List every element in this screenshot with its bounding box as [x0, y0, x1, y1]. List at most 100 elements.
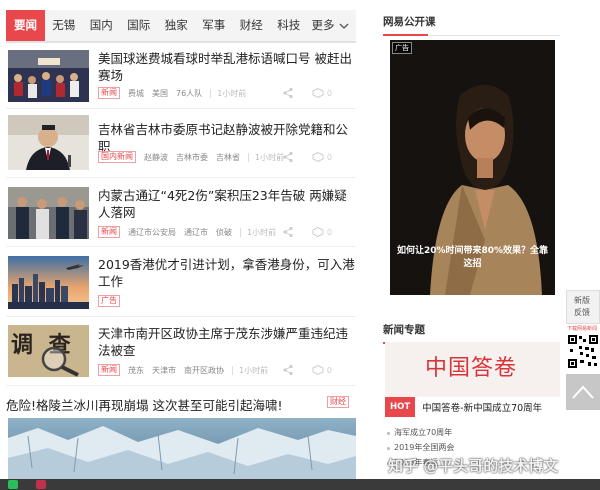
news-keyword[interactable]: 侦破 — [216, 227, 232, 238]
chevron-up-icon — [572, 385, 594, 399]
comment-count: 0 — [326, 152, 332, 162]
comment-count: 0 — [326, 365, 332, 375]
ad-tag: 广告 — [98, 295, 120, 307]
news-thumbnail[interactable]: 调 查 — [8, 325, 89, 377]
news-title[interactable]: 内蒙古通辽“4死2伤”案积压23年告破 两嫌疑人落网 — [98, 187, 356, 221]
news-thumbnail[interactable] — [8, 50, 89, 102]
app-download-qr[interactable]: 下载网易新闻 — [566, 325, 600, 373]
hot-topic[interactable]: HOT 中国答卷-新中国成立70周年 — [385, 397, 560, 417]
news-thumbnail[interactable] — [8, 256, 89, 309]
watermark: 知乎 @平头哥的技术博文 — [388, 457, 559, 475]
chevron-down-icon — [339, 23, 348, 29]
wechat-icon[interactable] — [8, 480, 18, 489]
tab-yaowen[interactable]: 要闻 — [6, 10, 45, 41]
news-tag[interactable]: 新闻 — [98, 87, 120, 99]
news-item[interactable]: 调 查 天津市南开区政协主席于茂东涉嫌严重违纪违法被查 新闻 茂东 天津市 南开… — [6, 325, 356, 377]
news-keyword[interactable]: 费城 — [128, 88, 144, 99]
divider — [6, 316, 356, 317]
comment-icon[interactable]: 0 — [312, 226, 332, 238]
official-portrait-image — [8, 115, 89, 170]
magnifier-icon — [41, 346, 79, 377]
comment-icon[interactable]: 0 — [312, 151, 332, 163]
news-keyword[interactable]: 76人队 — [176, 88, 202, 99]
topic-list-item[interactable]: 海军成立70周年 — [385, 425, 560, 440]
app-icon[interactable] — [36, 480, 46, 489]
news-tag[interactable]: 财经 — [327, 396, 349, 408]
news-time: 1小时前 — [255, 152, 285, 162]
feedback-button[interactable]: 新版 反馈 — [566, 290, 600, 324]
hot-topic-text[interactable]: 中国答卷-新中国成立70周年 — [422, 400, 542, 414]
channel-tabs: 要闻 无锡 国内 国际 独家 军事 财经 科技 更多 — [6, 10, 356, 43]
divider — [6, 246, 356, 247]
tab-more[interactable]: 更多 — [308, 10, 357, 41]
feedback-label-line1: 新版 — [574, 296, 590, 305]
news-title[interactable]: 美国球迷费城看球时举乱港标语喊口号 被赶出赛场 — [98, 50, 356, 84]
meta-divider — [240, 227, 241, 237]
topic-banner-text: 中国答卷 — [425, 356, 518, 381]
divider — [6, 108, 356, 109]
feedback-label-line2: 反馈 — [574, 308, 590, 317]
news-keyword[interactable]: 茂东 — [128, 365, 144, 376]
news-time: 1小时前 — [217, 88, 247, 98]
share-icon[interactable] — [282, 87, 294, 99]
share-icon[interactable] — [282, 226, 294, 238]
tab-wuxi[interactable]: 无锡 — [45, 10, 83, 41]
news-time: 1小时前 — [239, 365, 269, 375]
news-item[interactable]: 内蒙古通辽“4死2伤”案积压23年告破 两嫌疑人落网 新闻 通辽市公安局 通辽市… — [6, 187, 356, 239]
hongkong-skyline-image — [8, 256, 89, 309]
glacier-image[interactable] — [8, 418, 356, 480]
tab-junshi[interactable]: 军事 — [195, 10, 233, 41]
news-tag[interactable]: 新闻 — [98, 364, 120, 376]
news-thumbnail[interactable] — [8, 115, 89, 170]
news-time: 1小时前 — [247, 227, 277, 237]
ad-caption[interactable]: 如何让20%时间带来80%效果？全靠这招 — [393, 245, 552, 271]
news-keyword[interactable]: 吉林市委 — [176, 152, 208, 163]
news-keyword[interactable]: 美国 — [152, 88, 168, 99]
ad-carousel[interactable]: 广告 如何让20%时间带来80%效果？全靠这招 — [390, 40, 555, 295]
tab-guoji[interactable]: 国际 — [120, 10, 158, 41]
tab-caijing[interactable]: 财经 — [233, 10, 271, 41]
news-keyword[interactable]: 通辽市 — [184, 227, 208, 238]
news-title[interactable]: 2019香港优才引进计划，拿香港身份，可入港工作 — [98, 256, 356, 290]
news-keyword[interactable]: 赵静波 — [144, 152, 168, 163]
comment-count: 0 — [326, 227, 332, 237]
police-arrest-image — [8, 187, 89, 239]
news-item-ad[interactable]: 2019香港优才引进计划，拿香港身份，可入港工作 广告 — [6, 256, 356, 309]
section-title-open-class: 网易公开课 — [383, 14, 560, 36]
big-news-title[interactable]: 危险!格陵兰冰川再现崩塌 这次甚至可能引起海啸! — [6, 395, 283, 414]
back-to-top-button[interactable] — [566, 374, 600, 410]
topic-banner-image[interactable]: 中国答卷 — [385, 342, 560, 397]
news-tag[interactable]: 新闻 — [98, 226, 120, 238]
topic-list-item[interactable]: 2019年全国两会 — [385, 440, 560, 455]
qr-label: 下载网易新闻 — [567, 326, 598, 332]
divider — [6, 385, 356, 386]
tab-more-label: 更多 — [311, 18, 335, 32]
qr-code-icon — [567, 334, 599, 370]
news-meta: 新闻 茂东 天津市 南开区政协 1小时前 0 — [98, 363, 356, 377]
news-keyword[interactable]: 吉林省 — [216, 152, 240, 163]
tab-dujia[interactable]: 独家 — [158, 10, 196, 41]
news-item[interactable]: 美国球迷费城看球时举乱港标语喊口号 被赶出赛场 新闻 费城 美国 76人队 1小… — [6, 50, 356, 102]
hot-badge: HOT — [385, 397, 416, 417]
divider — [6, 177, 356, 178]
comment-icon[interactable]: 0 — [312, 364, 332, 376]
open-class-title: 网易公开课 — [383, 16, 436, 28]
meta-divider — [210, 88, 212, 98]
news-keyword[interactable]: 南开区政协 — [184, 365, 224, 376]
news-meta: 新闻 通辽市公安局 通辽市 侦破 1小时前 0 — [98, 225, 356, 239]
news-item[interactable]: 吉林省吉林市委原书记赵静波被开除党籍和公职 国内新闻 赵静波 吉林市委 吉林省 … — [6, 115, 356, 170]
tab-guonei[interactable]: 国内 — [83, 10, 121, 41]
share-icon[interactable] — [282, 151, 294, 163]
news-tag[interactable]: 国内新闻 — [98, 151, 136, 163]
meta-divider — [232, 365, 233, 375]
news-keyword[interactable]: 通辽市公安局 — [128, 227, 176, 238]
section-title-topics: 新闻专题 — [383, 322, 560, 344]
news-thumbnail[interactable] — [8, 187, 89, 239]
tab-keji[interactable]: 科技 — [270, 10, 308, 41]
ad-label: 广告 — [392, 42, 412, 54]
news-title[interactable]: 天津市南开区政协主席于茂东涉嫌严重违纪违法被查 — [98, 325, 356, 359]
comment-icon[interactable]: 0 — [312, 87, 332, 99]
comment-count: 0 — [326, 88, 332, 98]
news-keyword[interactable]: 天津市 — [152, 365, 176, 376]
share-icon[interactable] — [282, 364, 294, 376]
